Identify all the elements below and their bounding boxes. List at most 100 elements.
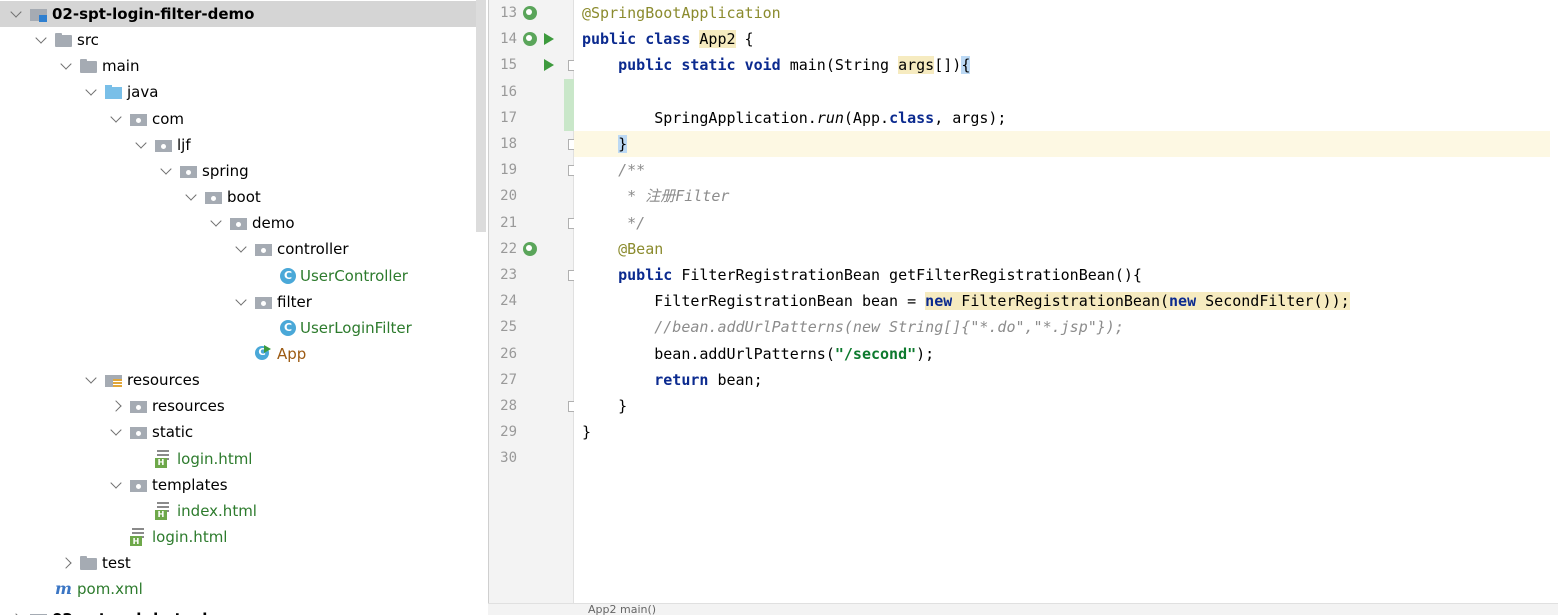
code-line[interactable]: @SpringBootApplication — [582, 0, 1558, 26]
tree-row[interactable]: src — [0, 27, 476, 53]
package-icon — [255, 294, 273, 310]
tree-row[interactable]: ljf — [0, 132, 476, 158]
chevron-down-icon[interactable] — [183, 184, 199, 210]
tree-row[interactable]: filter — [0, 289, 476, 315]
tree-row[interactable]: controller — [0, 236, 476, 262]
line-number: 25 — [500, 319, 517, 336]
chevron-down-icon[interactable] — [133, 132, 149, 158]
tree-row[interactable]: index.html — [0, 498, 476, 524]
tree-row[interactable]: com — [0, 106, 476, 132]
code-line[interactable]: return bean; — [582, 367, 1558, 393]
tree-row[interactable]: spring — [0, 158, 476, 184]
code-line[interactable]: */ — [582, 210, 1558, 236]
chevron-down-icon[interactable] — [8, 1, 24, 27]
code-line[interactable]: /** — [582, 157, 1558, 183]
code-line[interactable]: public FilterRegistrationBean getFilterR… — [582, 262, 1558, 288]
tree-row[interactable]: boot — [0, 184, 476, 210]
tree-row[interactable]: C UserController — [0, 263, 476, 289]
spring-bean-icon[interactable] — [523, 241, 537, 256]
code-line[interactable]: SpringApplication.run(App.class, args); — [582, 105, 1558, 131]
package-icon — [130, 424, 148, 440]
code-line[interactable]: * 注册Filter — [582, 183, 1558, 209]
chevron-down-icon[interactable] — [233, 236, 249, 262]
line-number: 16 — [500, 83, 517, 100]
tree-row[interactable]: demo — [0, 210, 476, 236]
editor-gutter: 13 14 15 16 17 18 19 20 21 22 23 24 25 26 27 28 29 30 — [488, 0, 579, 615]
tree-row[interactable]: login.html — [0, 446, 476, 472]
code-line[interactable]: } — [582, 419, 1558, 445]
tree-row[interactable]: 02-spt-web-hutools — [0, 606, 476, 615]
tree-row[interactable]: login.html — [0, 524, 476, 550]
code-editor[interactable]: @SpringBootApplication public class App2 … — [574, 0, 1558, 615]
code-token: (App. — [843, 108, 890, 127]
line-number: 30 — [500, 450, 517, 467]
chevron-down-icon[interactable] — [108, 472, 124, 498]
code-line[interactable]: @Bean — [582, 236, 1558, 262]
chevron-down-icon[interactable] — [83, 367, 99, 393]
chevron-down-icon[interactable] — [58, 53, 74, 79]
spring-bean-icon[interactable] — [523, 6, 537, 20]
tree-row[interactable]: java — [0, 79, 476, 105]
code-token: FilterRegistrationBean bean = — [582, 292, 926, 311]
html-file-icon — [155, 501, 173, 520]
chevron-right-icon[interactable] — [108, 393, 124, 419]
code-line[interactable]: } — [574, 131, 1550, 157]
tree-row[interactable]: m pom.xml — [0, 576, 476, 602]
chevron-down-icon[interactable] — [108, 419, 124, 445]
tree-row[interactable]: resources — [0, 367, 476, 393]
code-line[interactable]: //bean.addUrlPatterns(new String[]{"*.do… — [582, 314, 1558, 340]
tree-row[interactable]: static — [0, 419, 476, 445]
line-number: 20 — [500, 188, 517, 205]
tree-row[interactable]: main — [0, 53, 476, 79]
code-line[interactable]: public class App2 { — [582, 26, 1558, 52]
tree-item-label: UserLoginFilter — [300, 318, 412, 337]
chevron-down-icon[interactable] — [33, 27, 49, 53]
tree-row[interactable]: test — [0, 550, 476, 576]
code-token: "/second" — [834, 344, 917, 363]
spring-bean-icon[interactable] — [523, 32, 537, 47]
code-token: @SpringBootApplication — [582, 4, 781, 22]
chevron-down-icon[interactable] — [208, 210, 224, 236]
code-line[interactable]: FilterRegistrationBean bean = new Filter… — [582, 288, 1558, 314]
tree-item-label: 02-spt-web-hutools — [52, 606, 216, 615]
code-token: { — [735, 30, 754, 49]
tree-row-partial[interactable]: 02-spt-web-hutools — [0, 602, 476, 615]
code-line[interactable] — [582, 445, 1558, 471]
tree-row[interactable]: resources — [0, 393, 476, 419]
chevron-right-icon[interactable] — [58, 550, 74, 576]
chevron-down-icon[interactable] — [83, 79, 99, 105]
tree-item-label: templates — [152, 475, 228, 494]
chevron-down-icon[interactable] — [233, 289, 249, 315]
code-line[interactable]: bean.addUrlPatterns("/second"); — [582, 341, 1558, 367]
tree-item-label: demo — [252, 214, 295, 233]
tree-item-label: com — [152, 109, 185, 128]
chevron-down-icon[interactable] — [158, 158, 174, 184]
tree-scrollbar[interactable] — [476, 0, 486, 232]
tree-row[interactable]: templates — [0, 472, 476, 498]
breadcrumb[interactable]: App2 main() — [588, 604, 656, 615]
folder-icon — [80, 555, 98, 571]
tree-row[interactable]: C UserLoginFilter — [0, 315, 476, 341]
tree-item-label: main — [102, 57, 140, 76]
code-token: []) — [934, 56, 962, 75]
package-icon — [155, 137, 173, 153]
run-icon[interactable] — [544, 33, 554, 46]
chevron-down-icon[interactable] — [108, 106, 124, 132]
code-line[interactable]: } — [582, 393, 1558, 419]
tree-row[interactable]: 02-spt-login-filter-demo — [0, 1, 476, 27]
code-token: /** — [618, 161, 646, 180]
package-icon — [255, 241, 273, 257]
run-icon[interactable] — [544, 59, 554, 72]
code-line[interactable]: public static void main(String args[]){ — [582, 52, 1558, 78]
editor-breadcrumb-bar: App2 main() — [488, 603, 1558, 615]
chevron-right-icon[interactable] — [8, 606, 24, 615]
code-line[interactable] — [582, 79, 1558, 105]
tree-row[interactable]: App — [0, 341, 476, 367]
package-icon — [130, 111, 148, 127]
